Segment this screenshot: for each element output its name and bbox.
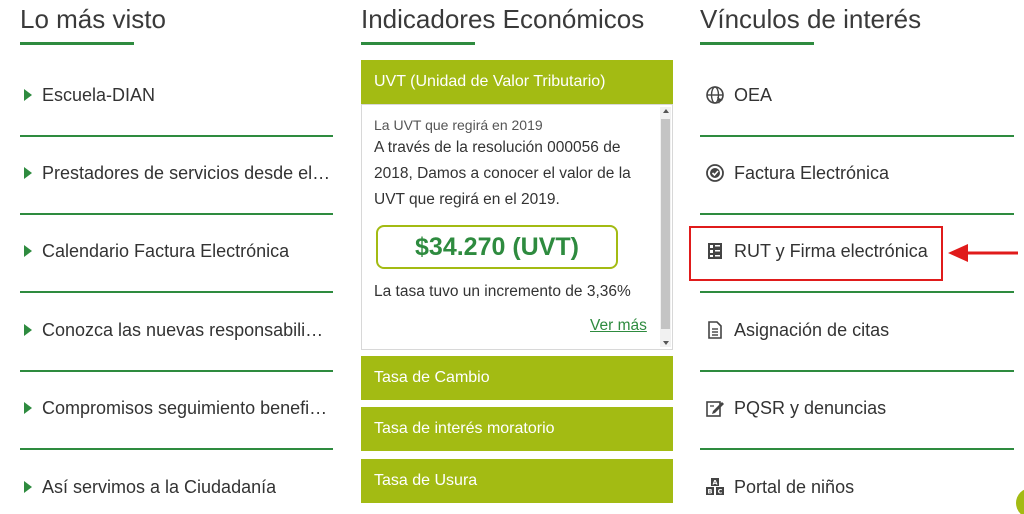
uvt-panel-header[interactable]: UVT (Unidad de Valor Tributario) [361, 60, 673, 104]
indicadores-title: Indicadores Económicos [361, 4, 645, 34]
uvt-value-box: $34.270 (UVT) [376, 225, 618, 269]
svg-text:C: C [718, 488, 723, 496]
triangle-right-icon [24, 402, 32, 414]
list-item-label: Escuela-DIAN [42, 84, 156, 105]
highlight-box [689, 226, 943, 281]
scrollbar-thumb[interactable] [661, 119, 670, 329]
list-item-ciudadania[interactable]: Así servimos a la Ciudadanía [20, 451, 333, 514]
globe-icon [704, 84, 726, 106]
ver-mas-link[interactable]: Ver más [590, 317, 647, 335]
list-item-label: Conozca las nuevas responsabilidades [42, 319, 333, 340]
link-label: PQSR y denuncias [734, 397, 887, 418]
list-item-compromisos[interactable]: Compromisos seguimiento beneficiarios [20, 372, 333, 450]
triangle-right-icon [24, 167, 32, 179]
lo-mas-visto-title: Lo más visto [20, 4, 166, 34]
link-portal-ninos[interactable]: ABC Portal de niños [700, 451, 1014, 514]
corner-decoration [1016, 488, 1024, 514]
list-item-label: Calendario Factura Electrónica [42, 240, 290, 261]
uvt-rate-text: La tasa tuvo un incremento de 3,36% [374, 283, 631, 300]
svg-text:B: B [708, 488, 713, 496]
link-label: Asignación de citas [734, 319, 890, 340]
triangle-right-icon [24, 89, 32, 101]
link-asignacion-citas[interactable]: Asignación de citas [700, 294, 1014, 372]
link-label: Portal de niños [734, 476, 855, 497]
vinculos-title: Vínculos de interés [700, 4, 922, 34]
title-underline [20, 42, 134, 45]
svg-text:A: A [712, 479, 717, 487]
link-label: Factura Electrónica [734, 162, 890, 183]
link-label: OEA [734, 84, 773, 105]
tasa-de-cambio-panel[interactable]: Tasa de Cambio [361, 356, 673, 400]
edit-icon [704, 397, 726, 419]
list-item-label: Compromisos seguimiento beneficiarios [42, 397, 333, 418]
list-item-escuela-dian[interactable]: Escuela-DIAN [20, 59, 333, 137]
link-oea[interactable]: OEA [700, 59, 1014, 137]
list-item-calendario[interactable]: Calendario Factura Electrónica [20, 215, 333, 293]
title-underline [361, 42, 475, 45]
document-icon [704, 319, 726, 341]
list-item-responsabilidades[interactable]: Conozca las nuevas responsabilidades [20, 294, 333, 372]
uvt-content: La UVT que regirá en 2019 A través de la… [374, 117, 654, 213]
red-arrow-icon [948, 244, 1018, 262]
title-underline [700, 42, 814, 45]
triangle-right-icon [24, 324, 32, 336]
tasa-de-usura-panel[interactable]: Tasa de Usura [361, 459, 673, 503]
link-pqsr[interactable]: PQSR y denuncias [700, 372, 1014, 450]
list-item-label: Prestadores de servicios desde el exteri… [42, 162, 333, 183]
scroll-up-icon[interactable] [663, 109, 669, 113]
uvt-description: A través de la resolución 000056 de 2018… [374, 139, 631, 208]
uvt-panel-body: La UVT que regirá en 2019 A través de la… [361, 104, 673, 350]
uvt-subtitle: La UVT que regirá en 2019 [374, 117, 543, 133]
scroll-down-icon[interactable] [663, 341, 669, 345]
list-item-label: Así servimos a la Ciudadanía [42, 476, 277, 497]
triangle-right-icon [24, 481, 32, 493]
link-factura-electronica[interactable]: Factura Electrónica [700, 137, 1014, 215]
tasa-interes-moratorio-panel[interactable]: Tasa de interés moratorio [361, 407, 673, 451]
triangle-right-icon [24, 245, 32, 257]
check-circle-icon [704, 162, 726, 184]
list-item-prestadores[interactable]: Prestadores de servicios desde el exteri… [20, 137, 333, 215]
abc-blocks-icon: ABC [704, 476, 726, 498]
